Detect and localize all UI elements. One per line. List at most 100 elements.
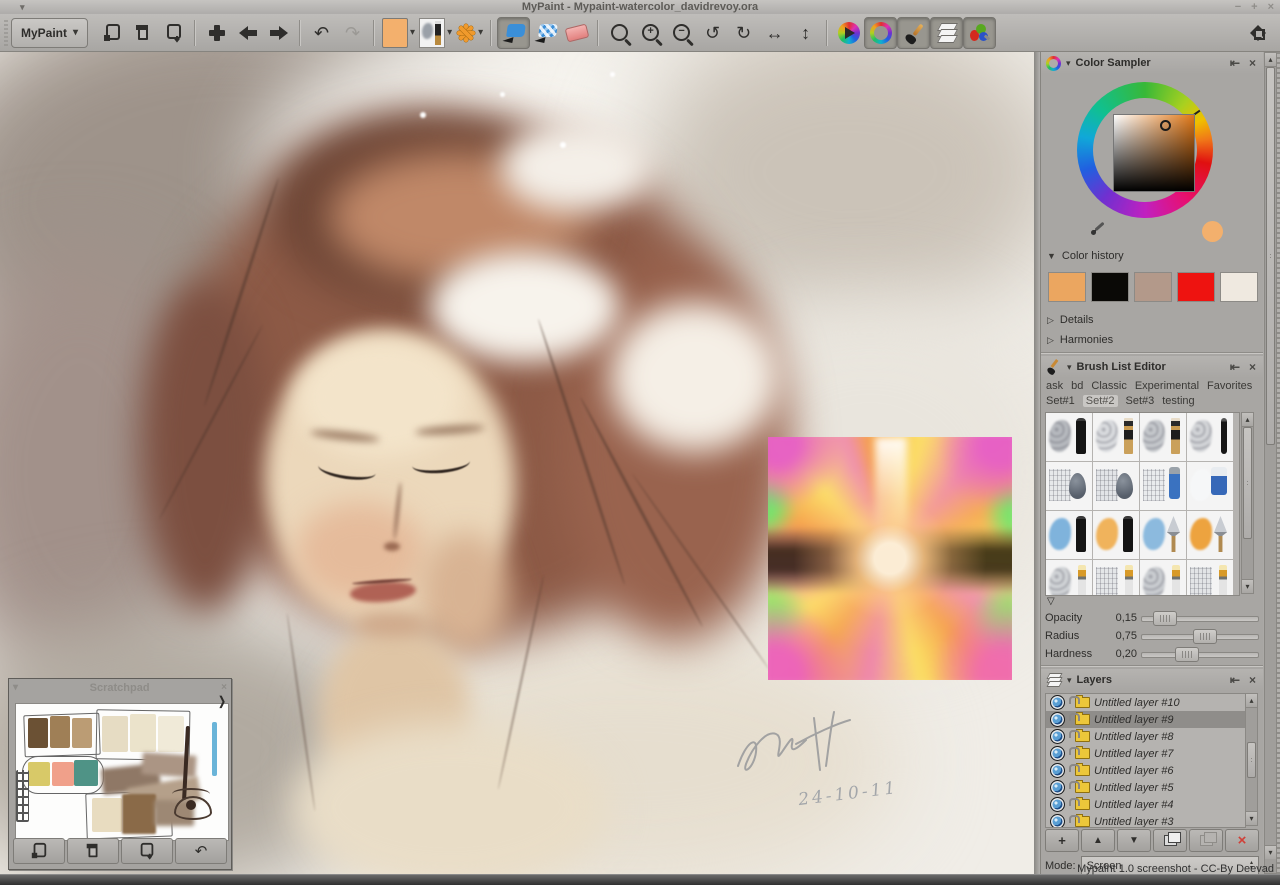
- redo-button[interactable]: ↷: [337, 18, 368, 48]
- flip-horizontal-button[interactable]: ↔: [759, 18, 790, 48]
- add-layer-button[interactable]: +: [1045, 829, 1079, 852]
- details-expander[interactable]: ▷ Details: [1041, 310, 1263, 330]
- lock-icon[interactable]: [1069, 815, 1080, 823]
- undo-button[interactable]: ↶: [306, 18, 337, 48]
- brush-item[interactable]: [1046, 413, 1092, 461]
- layer-list-scrollbar[interactable]: ▴ ▾: [1245, 693, 1258, 826]
- layers-header[interactable]: ▾ Layers ⇤ ×: [1041, 669, 1263, 691]
- brush-grid-scrollbar[interactable]: ▴ ▾: [1241, 412, 1254, 594]
- brush-item[interactable]: [1140, 560, 1186, 596]
- rotate-ccw-button[interactable]: ↺: [697, 18, 728, 48]
- layer-row[interactable]: Untitled layer #5: [1046, 779, 1245, 796]
- window-menu-icon[interactable]: ▾: [20, 0, 25, 14]
- lock-icon[interactable]: [1069, 713, 1080, 721]
- scroll-up-icon[interactable]: ▴: [1242, 413, 1253, 427]
- lock-icon[interactable]: [1069, 781, 1080, 789]
- open-document-button[interactable]: [127, 18, 158, 48]
- dock-snap-icon[interactable]: ⇤: [1228, 56, 1242, 70]
- eyedropper-icon[interactable]: [1091, 220, 1107, 236]
- lower-layer-button[interactable]: ▼: [1117, 829, 1151, 852]
- brush-item[interactable]: [1140, 413, 1186, 461]
- visibility-eye-icon[interactable]: [1050, 729, 1065, 744]
- zoom-out-button[interactable]: −: [666, 18, 697, 48]
- scratchpad-open-button[interactable]: [67, 838, 119, 864]
- panel-close-icon[interactable]: ×: [1247, 360, 1258, 374]
- harmonies-expander[interactable]: ▷ Harmonies: [1041, 330, 1263, 350]
- color-sampler-header[interactable]: ▾ Color Sampler ⇤ ×: [1041, 52, 1263, 74]
- scratchpad-canvas[interactable]: [15, 703, 229, 841]
- brush-item[interactable]: [1046, 560, 1092, 596]
- layer-row[interactable]: Untitled layer #7: [1046, 745, 1245, 762]
- previous-button[interactable]: [232, 18, 263, 48]
- brush-list-toggle[interactable]: [897, 17, 930, 49]
- slider[interactable]: [1141, 647, 1259, 661]
- slider-handle[interactable]: [1193, 629, 1217, 644]
- scroll-down-icon[interactable]: ▾: [1242, 579, 1253, 593]
- lock-icon[interactable]: [1069, 764, 1080, 772]
- new-layer-button[interactable]: [201, 18, 232, 48]
- history-color-swatch[interactable]: [1091, 272, 1129, 302]
- raise-layer-button[interactable]: ▲: [1081, 829, 1115, 852]
- mypaint-menu-button[interactable]: MyPaint ▾: [11, 18, 88, 48]
- scratchpad-save-button[interactable]: [121, 838, 173, 864]
- zoom-in-button[interactable]: +: [635, 18, 666, 48]
- slider-track[interactable]: [1141, 652, 1259, 658]
- duplicate-layer-button[interactable]: [1153, 829, 1187, 852]
- layer-row[interactable]: Untitled layer #6: [1046, 762, 1245, 779]
- paint-normal-mode-button[interactable]: [497, 17, 530, 49]
- scratchpad-undo-button[interactable]: ↶: [175, 838, 227, 864]
- save-document-button[interactable]: [158, 18, 189, 48]
- brush-group-tab[interactable]: Experimental: [1135, 380, 1199, 392]
- close-button[interactable]: ×: [1268, 0, 1274, 14]
- visibility-eye-icon[interactable]: [1050, 814, 1065, 828]
- slider[interactable]: [1141, 629, 1259, 643]
- lock-icon[interactable]: [1069, 696, 1080, 704]
- scratchpad-expand-arrow[interactable]: ❭: [217, 694, 227, 708]
- brush-item[interactable]: [1093, 413, 1139, 461]
- next-button[interactable]: [263, 18, 294, 48]
- color-triangle-toggle[interactable]: [833, 18, 864, 48]
- scratchpad-close-icon[interactable]: ×: [221, 682, 227, 693]
- brush-group-tab[interactable]: Favorites: [1207, 380, 1252, 392]
- zoom-tool-button[interactable]: [604, 18, 635, 48]
- brush-item[interactable]: [1187, 413, 1233, 461]
- dock-snap-icon[interactable]: ⇤: [1228, 360, 1242, 374]
- brush-item[interactable]: [1093, 560, 1139, 596]
- lock-icon[interactable]: [1069, 730, 1080, 738]
- slider-handle[interactable]: [1175, 647, 1199, 662]
- brush-item[interactable]: [1093, 462, 1139, 510]
- scroll-down-icon[interactable]: ▾: [1265, 845, 1276, 859]
- merge-layer-button[interactable]: [1189, 829, 1223, 852]
- panel-close-icon[interactable]: ×: [1247, 56, 1258, 70]
- scroll-down-icon[interactable]: ▾: [1246, 811, 1257, 825]
- visibility-eye-icon[interactable]: [1050, 746, 1065, 761]
- dock-scrollbar[interactable]: ▴ ▾: [1264, 52, 1277, 874]
- brush-item[interactable]: [1140, 511, 1186, 559]
- maximize-button[interactable]: +: [1251, 0, 1257, 14]
- history-color-swatch[interactable]: [1048, 272, 1086, 302]
- chevron-down-icon[interactable]: ▾: [1067, 675, 1072, 686]
- brush-list-editor-header[interactable]: ▾ Brush List Editor ⇤ ×: [1041, 356, 1263, 378]
- scratchpad-titlebar[interactable]: ▾ Scratchpad ×: [9, 679, 231, 696]
- history-color-swatch[interactable]: [1220, 272, 1258, 302]
- scrollbar-thumb[interactable]: [1243, 427, 1252, 539]
- brush-group-tab[interactable]: testing: [1162, 395, 1194, 407]
- minimize-button[interactable]: −: [1235, 0, 1241, 14]
- slider[interactable]: [1141, 611, 1259, 625]
- brush-item[interactable]: [1046, 511, 1092, 559]
- flip-vertical-button[interactable]: ↕: [790, 18, 821, 48]
- brush-selector-button[interactable]: ▾: [419, 18, 452, 48]
- lock-alpha-mode-button[interactable]: [530, 18, 561, 48]
- eraser-mode-button[interactable]: [561, 18, 592, 48]
- visibility-eye-icon[interactable]: [1050, 712, 1065, 727]
- scroll-up-icon[interactable]: ▴: [1265, 53, 1276, 67]
- brush-group-tab[interactable]: Set#3: [1126, 395, 1155, 407]
- brush-group-tab[interactable]: bd: [1071, 380, 1083, 392]
- layer-row[interactable]: Untitled layer #9: [1046, 711, 1245, 728]
- brush-group-tab[interactable]: Set#2: [1083, 395, 1118, 407]
- brush-item[interactable]: [1187, 560, 1233, 596]
- brush-group-tab[interactable]: ask: [1046, 380, 1063, 392]
- saturation-value-square[interactable]: [1113, 114, 1195, 192]
- chevron-down-icon[interactable]: ▾: [1066, 58, 1071, 69]
- rotate-cw-button[interactable]: ↻: [728, 18, 759, 48]
